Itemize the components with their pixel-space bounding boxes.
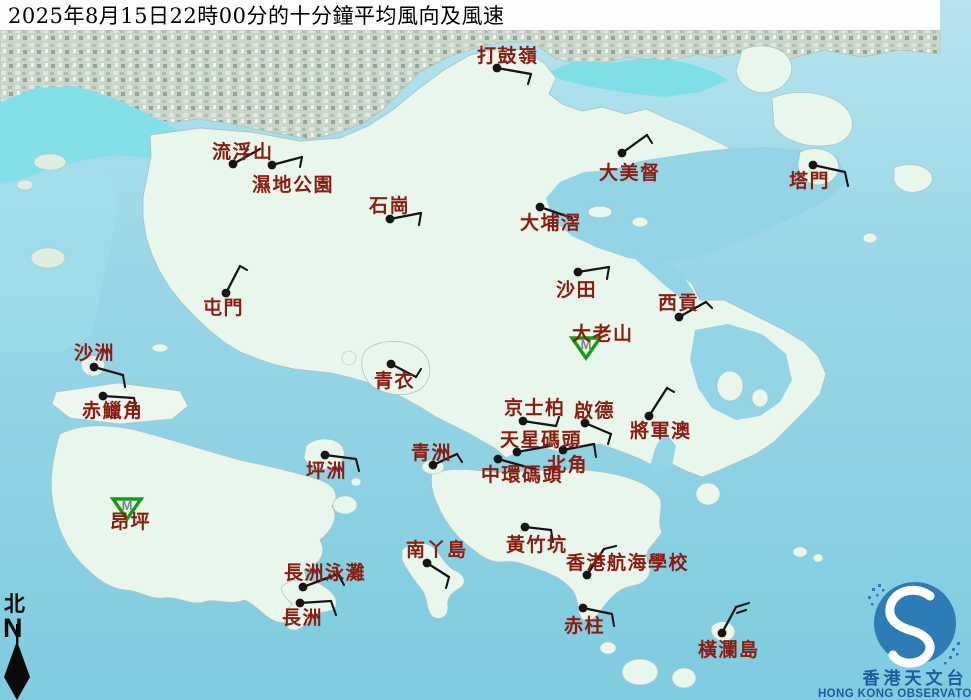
station-label-green-island: 青洲 bbox=[411, 442, 452, 464]
station-label-sai-kung: 西貢 bbox=[658, 292, 699, 314]
north-arrow-stem bbox=[16, 624, 18, 644]
station-dot bbox=[618, 149, 627, 158]
title-bar: 2025年8月15日22時00分的十分鐘平均風向及風速 bbox=[0, 0, 940, 30]
ma-wan-island bbox=[342, 351, 356, 365]
station-label-chek-lap-kok: 赤鱲角 bbox=[82, 399, 144, 422]
station-dot bbox=[579, 604, 588, 613]
station-label-tates-cairn: 大老山 bbox=[572, 322, 634, 345]
station-dot bbox=[718, 629, 727, 638]
station-label-sha-tin: 沙田 bbox=[556, 279, 597, 301]
station-label-tap-mun: 塔門 bbox=[789, 169, 830, 192]
lingding-island bbox=[31, 248, 65, 268]
station-label-hk-sea-school: 香港航海學校 bbox=[565, 551, 689, 574]
station-label-cheung-chau-beach: 長洲泳灘 bbox=[284, 561, 366, 584]
station-label-wetland-park: 濕地公園 bbox=[252, 173, 334, 196]
station-label-tsing-yi: 青衣 bbox=[374, 369, 415, 392]
wind-map-screen: MM 打鼓嶺流浮山濕地公園石崗大美督塔門大埔滘沙田屯門西貢沙洲赤鱲角青衣京士柏啟… bbox=[0, 0, 971, 700]
po-toi-island bbox=[622, 659, 658, 685]
station-label-central-pier: 中環碼頭 bbox=[481, 463, 563, 486]
station-label-lamma-island: 南丫島 bbox=[406, 538, 468, 561]
station-label-tai-po-kau: 大埔滘 bbox=[520, 211, 582, 234]
station-label-tseung-kwan-o: 將軍澳 bbox=[630, 419, 692, 442]
map-title: 2025年8月15日22時00分的十分鐘平均風向及風速 bbox=[8, 0, 504, 30]
station-dot bbox=[574, 268, 583, 277]
hei-ling-chau-island bbox=[333, 496, 357, 514]
station-label-shek-kong: 石崗 bbox=[368, 194, 410, 217]
station-dot bbox=[809, 161, 818, 170]
ninepin-islet bbox=[793, 547, 807, 557]
deep-bay-islet bbox=[34, 154, 66, 170]
station-dot bbox=[536, 203, 545, 212]
hko-logo-name-en: HONG KONG OBSERVATORY bbox=[818, 688, 971, 700]
station-dot bbox=[387, 360, 396, 369]
station-dot bbox=[494, 455, 503, 464]
kat-o-island bbox=[736, 46, 792, 93]
kau-sai-chau-island bbox=[717, 371, 743, 401]
station-label-waglan-island: 橫瀾島 bbox=[698, 638, 760, 661]
station-label-peng-chau: 坪洲 bbox=[306, 460, 347, 482]
tolo-islet bbox=[588, 206, 612, 218]
tung-lung-island bbox=[696, 483, 720, 505]
station-label-wong-chuk-hang: 黃竹坑 bbox=[506, 533, 568, 556]
hko-logo-name-cn: 香港天文台 bbox=[863, 668, 968, 689]
station-label-tuen-mun: 屯門 bbox=[203, 296, 244, 319]
map-svg: MM 打鼓嶺流浮山濕地公園石崗大美督塔門大埔滘沙田屯門西貢沙洲赤鱲角青衣京士柏啟… bbox=[0, 0, 971, 700]
ninepin-islet bbox=[813, 554, 823, 562]
station-label-star-ferry: 天星碼頭 bbox=[500, 429, 582, 451]
station-label-lau-fau-shan: 流浮山 bbox=[212, 140, 274, 163]
port-shelter-islet bbox=[752, 389, 768, 407]
station-label-ta-kwu-ling: 打鼓嶺 bbox=[477, 44, 539, 67]
kau-yi-chau-island bbox=[351, 478, 361, 486]
station-label-ngong-ping: 昂坪 bbox=[110, 511, 151, 533]
station-label-tai-mei-tuk: 大美督 bbox=[599, 161, 661, 184]
north-letter: N bbox=[3, 613, 23, 643]
deep-bay-islet bbox=[17, 180, 33, 190]
brothers-islet bbox=[152, 344, 168, 352]
station-label-cheung-chau: 長洲 bbox=[282, 607, 323, 629]
station-label-stanley: 赤柱 bbox=[564, 614, 605, 637]
station-label-sha-chau: 沙洲 bbox=[74, 342, 115, 364]
tolo-islet bbox=[632, 217, 648, 227]
beaufort-island bbox=[672, 668, 696, 688]
station-label-kings-park: 京士柏 bbox=[504, 396, 566, 419]
round-island bbox=[600, 642, 616, 654]
station-label-kai-tak: 啟德 bbox=[574, 399, 615, 422]
station-dot bbox=[321, 451, 330, 460]
mirs-bay-islet bbox=[863, 233, 877, 243]
station-dot bbox=[521, 523, 530, 532]
